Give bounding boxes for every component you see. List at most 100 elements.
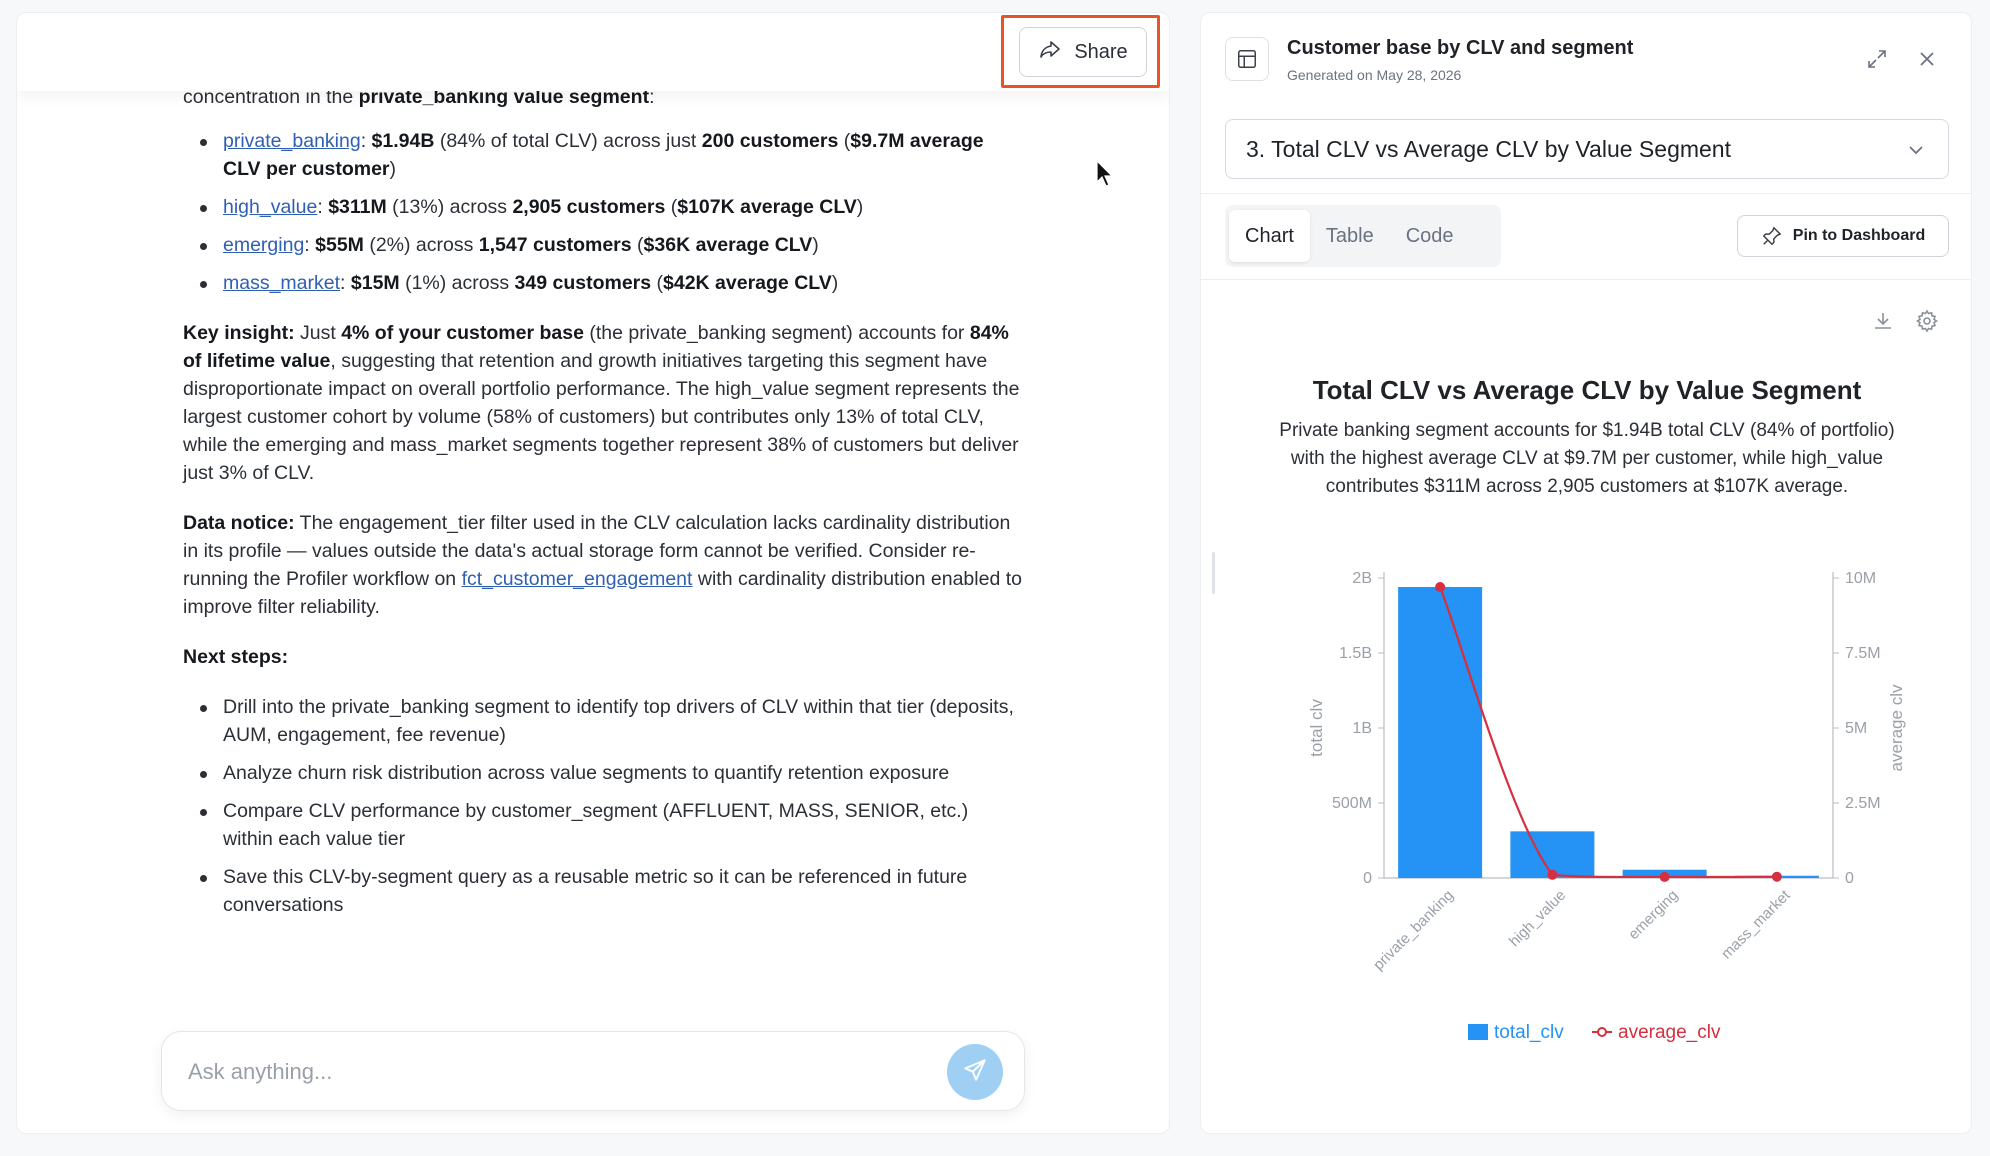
paren-close: ) — [812, 234, 819, 256]
segment-customers: 349 customers — [514, 272, 652, 294]
next-steps-label: Next steps: — [183, 646, 289, 668]
chart-select-value: 3. Total CLV vs Average CLV by Value Seg… — [1246, 135, 1731, 162]
segment-link[interactable]: high_value — [223, 196, 317, 218]
tab-table[interactable]: Table — [1310, 210, 1390, 262]
send-icon — [962, 1057, 988, 1088]
insight-text: (the private_banking segment) accounts f… — [583, 322, 970, 344]
x-tick-label: private_banking — [1370, 887, 1457, 974]
paren-open: ( — [838, 130, 851, 152]
y-tick-label-right: 10M — [1845, 570, 1876, 587]
y-tick-label-left: 1.5B — [1339, 645, 1372, 662]
y-tick-label-left: 500M — [1332, 795, 1372, 812]
legend-label-average-clv: average_clv — [1618, 1022, 1721, 1043]
segment-customers: 1,547 customers — [478, 234, 632, 256]
share-label: Share — [1074, 40, 1128, 63]
chart-subtitle: Private banking segment accounts for $1.… — [1279, 420, 1895, 497]
segment-total: $55M — [315, 234, 364, 256]
y-axis-title-right: average clv — [1887, 684, 1906, 771]
paren-close: ) — [389, 158, 397, 180]
segment-item: mass_market: $15M (1%) across 349 custom… — [183, 269, 1023, 297]
next-step-item: Save this CLV-by-segment query as a reus… — [183, 863, 1023, 919]
legend-label-total-clv: total_clv — [1494, 1022, 1564, 1043]
line-average-clv — [1439, 586, 1777, 879]
table-icon — [1225, 37, 1269, 81]
segment-list: private_banking: $1.94B (84% of total CL… — [183, 127, 1023, 297]
segment-total: $1.94B — [371, 130, 435, 152]
key-insight: Key insight: Just 4% of your customer ba… — [183, 319, 1023, 487]
chat-input[interactable] — [188, 1050, 888, 1094]
pin-to-dashboard-button[interactable]: Pin to Dashboard — [1737, 215, 1949, 257]
segment-pct: (13%) across — [386, 196, 513, 218]
segment-avg: $36K average CLV — [643, 234, 813, 256]
next-step-item: Drill into the private_banking segment t… — [183, 693, 1023, 749]
data-notice: Data notice: The engagement_tier filter … — [183, 509, 1023, 621]
y-tick-label-right: 2.5M — [1845, 795, 1881, 812]
insight-label: Key insight: — [183, 322, 295, 344]
paren-open: ( — [665, 196, 678, 218]
settings-gear-icon[interactable] — [1915, 309, 1939, 333]
y-tick-label-left: 2B — [1352, 570, 1372, 587]
segment-link[interactable]: mass_market — [223, 272, 340, 294]
legend-swatch-total-clv — [1468, 1024, 1488, 1040]
artifact-title: Customer base by CLV and segment — [1287, 37, 1634, 59]
next-step-item: Analyze churn risk distribution across v… — [183, 759, 1023, 787]
download-icon[interactable] — [1871, 309, 1895, 333]
y-tick-label-left: 0 — [1363, 870, 1372, 887]
chat-pane: Share concentration in the private_banki… — [16, 12, 1170, 1134]
pin-label: Pin to Dashboard — [1792, 227, 1926, 244]
tab-code[interactable]: Code — [1390, 210, 1470, 262]
point-average-clv — [1435, 582, 1446, 592]
next-steps-list: Drill into the private_banking segment t… — [183, 693, 1023, 919]
segment-avg: $107K average CLV — [677, 196, 857, 218]
chart-title: Total CLV vs Average CLV by Value Segmen… — [1312, 375, 1862, 405]
close-icon[interactable] — [1915, 47, 1939, 71]
insight-text: Just — [294, 322, 342, 344]
point-average-clv — [1659, 871, 1670, 882]
divider — [1201, 279, 1971, 280]
chat-topbar: Share — [17, 13, 1169, 91]
mouse-cursor-icon — [1096, 160, 1114, 187]
view-tabs: Chart Table Code — [1225, 205, 1501, 267]
segment-total: $15M — [350, 272, 400, 294]
generated-date: Generated on May 28, 2026 — [1287, 67, 1462, 83]
x-tick-label: emerging — [1625, 887, 1681, 943]
pin-icon — [1762, 227, 1781, 245]
segment-link[interactable]: emerging — [223, 234, 304, 256]
paren-close: ) — [831, 272, 839, 294]
segment-customers: 2,905 customers — [512, 196, 666, 218]
segment-item: private_banking: $1.94B (84% of total CL… — [183, 127, 1023, 183]
segment-avg: $42K average CLV — [663, 272, 832, 294]
y-tick-label-left: 1B — [1352, 720, 1372, 737]
chart: 0 500M 1B 1.5B 2B 0 2.5M 5M 7.5M 10M total clv aver… — [1307, 570, 1906, 1043]
divider — [1201, 193, 1971, 194]
segment-pct: (84% of total CLV) across just — [434, 130, 702, 152]
chevron-down-icon — [1909, 146, 1923, 155]
send-button[interactable] — [947, 1044, 1003, 1100]
segment-link[interactable]: private_banking — [223, 130, 361, 152]
composer — [161, 1031, 1025, 1111]
expand-icon[interactable] — [1865, 47, 1889, 71]
segment-total: $311M — [328, 196, 387, 218]
legend-marker-average-clv — [1597, 1027, 1607, 1037]
chart-select[interactable]: 3. Total CLV vs Average CLV by Value Seg… — [1225, 119, 1949, 179]
chat-message: concentration in the private_banking val… — [183, 83, 1023, 941]
segment-item: high_value: $311M (13%) across 2,905 cus… — [183, 193, 1023, 221]
share-button[interactable]: Share — [1019, 27, 1147, 77]
segment-pct: (2%) across — [363, 234, 479, 256]
segment-pct: (1%) across — [399, 272, 515, 294]
y-tick-label-right: 5M — [1845, 720, 1867, 737]
tab-chart[interactable]: Chart — [1229, 210, 1310, 262]
y-tick-label-right: 7.5M — [1845, 645, 1881, 662]
x-tick-label: high_value — [1506, 887, 1569, 950]
point-average-clv — [1547, 869, 1558, 880]
next-steps-heading: Next steps: — [183, 643, 1023, 671]
bar-total-clv — [1398, 587, 1483, 878]
y-axis-title-left: total clv — [1307, 699, 1326, 757]
point-average-clv — [1771, 871, 1782, 882]
table-link[interactable]: fct_customer_engagement — [462, 568, 693, 590]
y-tick-label-right: 0 — [1845, 870, 1854, 887]
paren-close: ) — [856, 196, 864, 218]
insight-bold: 4% of your customer base — [341, 322, 584, 344]
next-step-item: Compare CLV performance by customer_segm… — [183, 797, 1023, 853]
paren-open: ( — [631, 234, 644, 256]
